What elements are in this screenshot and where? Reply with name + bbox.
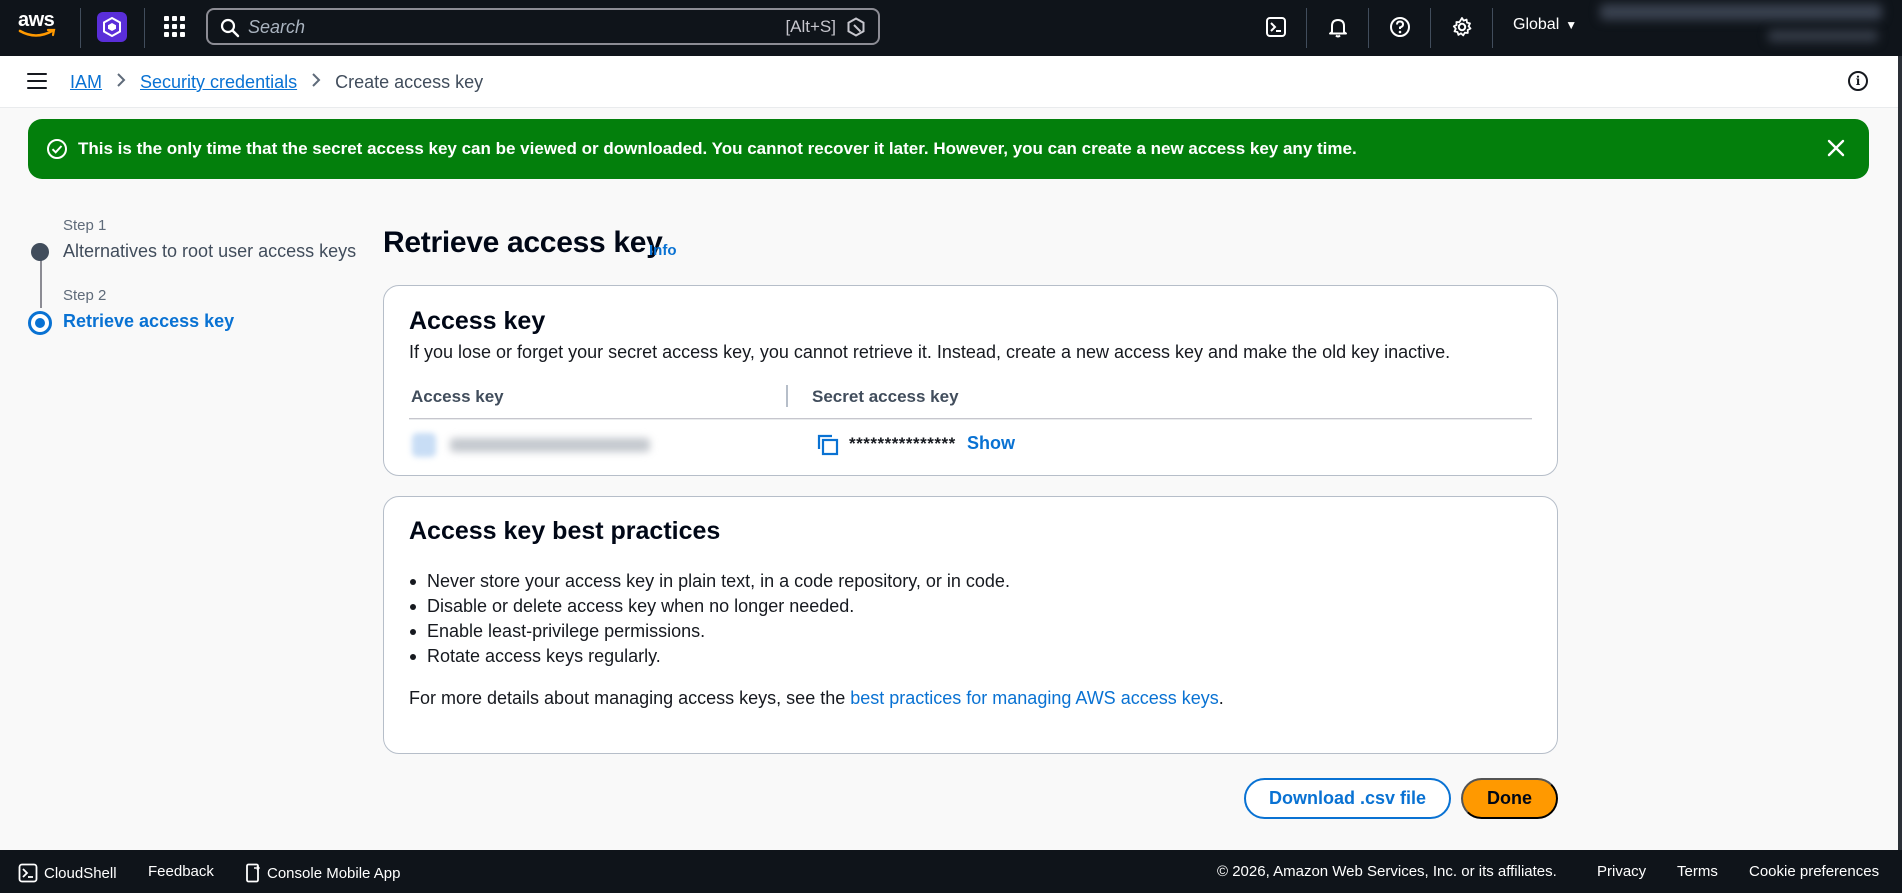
nav-divider	[80, 8, 81, 48]
region-selector[interactable]: Global ▼	[1513, 16, 1577, 34]
access-key-column-header: Access key	[411, 387, 504, 406]
show-secret-button[interactable]: Show	[967, 433, 1015, 454]
apps-grid-icon[interactable]	[162, 14, 186, 38]
best-practices-list: Never store your access key in plain tex…	[410, 569, 1010, 669]
footer-feedback[interactable]: Feedback	[148, 863, 214, 880]
mobile-app-label: Console Mobile App	[267, 864, 401, 882]
nav-divider	[1430, 8, 1431, 48]
breadcrumb: IAM Security credentials Create access k…	[70, 72, 483, 93]
aws-logo-text: aws	[18, 9, 55, 31]
list-item: Enable least-privilege permissions.	[410, 619, 1010, 644]
best-practices-more: For more details about managing access k…	[409, 688, 1224, 709]
breadcrumb-bar: IAM Security credentials Create access k…	[0, 56, 1902, 108]
nav-divider	[1306, 8, 1307, 48]
list-item: Never store your access key in plain tex…	[410, 569, 1010, 594]
step-2-number: Step 2	[63, 287, 107, 304]
step-1-label: Alternatives to root user access keys	[63, 241, 357, 261]
footer-privacy-link[interactable]: Privacy	[1597, 863, 1646, 880]
more-suffix-text: .	[1218, 688, 1224, 708]
step-2-indicator	[28, 311, 52, 335]
page-title: Retrieve access key	[383, 226, 663, 259]
nav-divider	[1492, 8, 1493, 48]
access-key-container: Access key If you lose or forget your se…	[383, 285, 1558, 476]
breadcrumb-current: Create access key	[335, 72, 484, 92]
breadcrumb-link-iam[interactable]: IAM	[70, 72, 102, 93]
more-prefix-text: For more details about managing access k…	[409, 688, 851, 708]
feedback-label: Feedback	[148, 863, 214, 880]
amazon-q-icon[interactable]	[846, 17, 866, 37]
secret-key-masked: ***************	[849, 434, 956, 453]
search-icon	[220, 18, 240, 38]
gear-icon[interactable]	[1449, 14, 1475, 40]
search-bar[interactable]: [Alt+S]	[206, 8, 880, 45]
copy-icon[interactable]	[816, 433, 840, 457]
access-key-description: If you lose or forget your secret access…	[409, 342, 1451, 362]
done-button[interactable]: Done	[1461, 778, 1558, 819]
footer-cloudshell[interactable]: CloudShell	[18, 863, 117, 883]
mobile-phone-icon	[246, 863, 261, 883]
flash-message: This is the only time that the secret ac…	[78, 139, 1357, 158]
step-1-indicator	[31, 243, 49, 261]
cloudshell-label: CloudShell	[44, 864, 117, 882]
info-link[interactable]: Info	[649, 242, 677, 259]
chevron-right-icon	[311, 72, 321, 93]
cloudshell-icon	[18, 863, 38, 883]
best-practices-link[interactable]: best practices for managing AWS access k…	[850, 688, 1219, 708]
chevron-right-icon	[116, 72, 126, 93]
info-panel-icon[interactable]: i	[1848, 71, 1868, 91]
step-2-label: Retrieve access key	[63, 311, 235, 331]
help-icon[interactable]	[1387, 14, 1413, 40]
footer-terms-link[interactable]: Terms	[1677, 863, 1718, 880]
account-menu[interactable]	[1600, 0, 1882, 50]
nav-divider	[1368, 8, 1369, 48]
nav-divider	[144, 8, 145, 48]
footer-mobile-app[interactable]: Console Mobile App	[245, 863, 400, 883]
footer: CloudShell Feedback Console Mobile App ©…	[0, 850, 1902, 893]
privacy-label: Privacy	[1597, 863, 1647, 880]
close-icon[interactable]	[1825, 137, 1847, 159]
best-practices-container: Access key best practices Never store yo…	[383, 496, 1558, 754]
terms-label: Terms	[1677, 863, 1718, 880]
list-item: Disable or delete access key when no lon…	[410, 594, 1010, 619]
copyright-text: © 2026, Amazon Web Services, Inc. or its…	[1217, 863, 1557, 880]
footer-copyright: © 2026, Amazon Web Services, Inc. or its…	[1217, 863, 1557, 880]
success-flashbar: This is the only time that the secret ac…	[28, 119, 1869, 179]
menu-icon[interactable]	[27, 73, 47, 89]
success-check-icon	[47, 139, 67, 159]
region-label: Global	[1513, 16, 1560, 33]
list-item: Rotate access keys regularly.	[410, 644, 1010, 669]
access-key-heading: Access key	[409, 307, 546, 335]
step-connector	[40, 256, 42, 308]
service-icon[interactable]	[97, 12, 127, 42]
access-key-value-redacted	[412, 432, 652, 457]
cloudshell-icon[interactable]	[1263, 14, 1289, 40]
footer-cookie-preferences-link[interactable]: Cookie preferences	[1749, 863, 1879, 880]
secret-key-column-header: Secret access key	[812, 387, 959, 406]
bell-icon[interactable]	[1325, 14, 1351, 40]
top-navigation: aws [Alt+S]	[0, 0, 1902, 56]
search-input[interactable]	[248, 16, 728, 38]
hexagon-service-icon	[103, 17, 121, 37]
header-divider	[409, 418, 1532, 420]
aws-logo[interactable]: aws	[18, 10, 60, 44]
search-shortcut: [Alt+S]	[785, 17, 836, 36]
scrollbar[interactable]	[1898, 56, 1902, 850]
column-divider	[786, 385, 788, 407]
step-1-number: Step 1	[63, 217, 107, 234]
cookie-preferences-label: Cookie preferences	[1749, 863, 1880, 880]
breadcrumb-link-security-credentials[interactable]: Security credentials	[140, 72, 297, 93]
caret-down-icon: ▼	[1565, 18, 1578, 32]
best-practices-heading: Access key best practices	[409, 517, 721, 545]
download-csv-button[interactable]: Download .csv file	[1244, 778, 1451, 819]
